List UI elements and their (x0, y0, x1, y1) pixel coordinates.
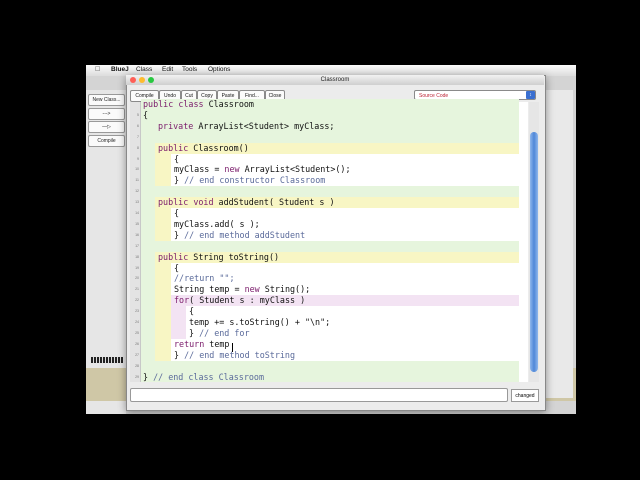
line-number: 7 (137, 134, 139, 139)
line-number: 28 (135, 363, 139, 368)
line-number-gutter (130, 102, 141, 382)
code-line: } // end class Classroom (143, 371, 265, 382)
line-number: 26 (135, 341, 139, 346)
line-number: 5 (137, 112, 139, 117)
line-number: 24 (135, 320, 139, 324)
menu-edit[interactable]: Edit (162, 66, 173, 73)
uses-arrow-button[interactable]: ---> (88, 108, 125, 120)
code-line: } // end method toString (174, 349, 296, 360)
line-number: 19 (135, 265, 139, 270)
scroll-thumb[interactable] (530, 132, 538, 372)
code-line: { (174, 208, 180, 218)
code-line: { (174, 153, 180, 164)
line-number: 12 (135, 189, 139, 194)
line-number: 21 (135, 287, 139, 292)
code-line: public Classroom() (158, 142, 249, 153)
status-message (130, 388, 508, 402)
close-icon[interactable] (130, 77, 136, 83)
code-line: for( Student s : myClass ) (174, 295, 306, 306)
work-indicator (91, 357, 123, 363)
code-line: public void addStudent( Student s ) (158, 197, 335, 208)
line-number: 17 (135, 243, 139, 248)
code-line: public String toString() (158, 251, 280, 262)
editor-title: Classroom (126, 75, 544, 85)
line-number: 20 (135, 276, 139, 281)
code-line: return temp (174, 338, 230, 349)
code-line: } // end for (189, 327, 250, 338)
code-line: public class Classroom (143, 99, 254, 109)
text-cursor (232, 343, 233, 352)
code-line: String temp = new String(); (174, 284, 311, 295)
code-line: { (189, 306, 195, 317)
line-number: 23 (135, 309, 139, 314)
line-number: 25 (135, 330, 139, 335)
menu-class[interactable]: Class (136, 66, 152, 73)
code-line: private ArrayList<Student> myClass; (158, 120, 335, 131)
line-number: 8 (137, 145, 139, 150)
line-number: 16 (135, 232, 139, 237)
menu-bluej[interactable]: BlueJ (111, 66, 129, 73)
line-number: 29 (135, 374, 139, 379)
line-number: 13 (135, 200, 139, 205)
chevron-updown-icon[interactable]: ↕ (526, 91, 535, 99)
code-line: //return ""; (174, 273, 235, 284)
line-number: 11 (135, 178, 139, 183)
code-line: { (143, 109, 149, 120)
code-line: myClass.add( s ); (174, 218, 260, 229)
compile-project-button[interactable]: Compile (88, 135, 125, 147)
menu-tools[interactable]: Tools (182, 66, 197, 73)
line-number: 14 (135, 211, 139, 215)
zoom-icon[interactable] (148, 77, 154, 83)
line-number: 9 (137, 156, 139, 161)
new-class-button[interactable]: New Class... (88, 94, 125, 106)
minimize-icon[interactable] (139, 77, 145, 83)
inheritance-arrow-button[interactable]: —▷ (88, 121, 125, 133)
line-number: 6 (137, 123, 139, 128)
line-number: 22 (135, 298, 139, 303)
class-diagram-area (544, 90, 573, 398)
code-line: myClass = new ArrayList<Student>(); (174, 164, 351, 175)
apple-icon[interactable]:  (95, 66, 100, 73)
line-number: 27 (135, 352, 139, 357)
menu-options[interactable]: Options (208, 66, 230, 73)
changed-status: changed (511, 389, 539, 402)
code-line: } // end constructor Classroom (174, 175, 326, 186)
line-number: 10 (135, 167, 139, 172)
line-number: 15 (135, 221, 139, 226)
code-line: temp += s.toString() + "\n"; (189, 317, 331, 327)
code-line: } // end method addStudent (174, 229, 306, 240)
line-number: 18 (135, 254, 139, 259)
code-line: { (174, 262, 180, 273)
